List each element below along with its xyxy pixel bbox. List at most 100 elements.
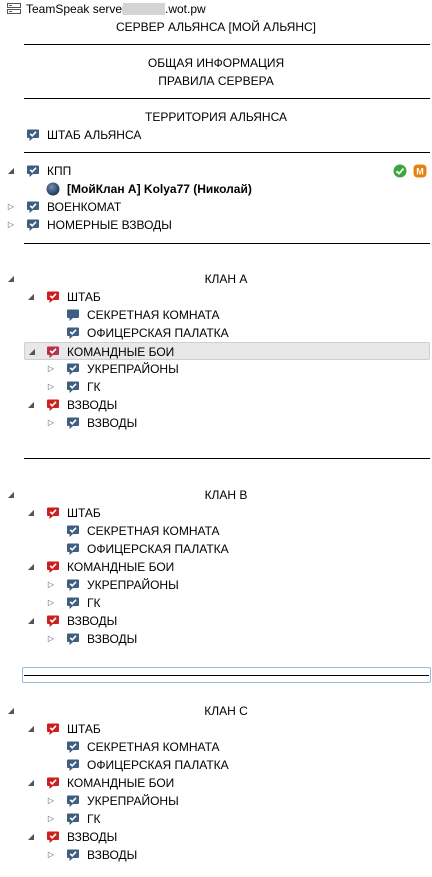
expand-arrow-icon[interactable]: ▷ [46,378,56,396]
channel-ukrep-b[interactable]: ▷ УКРЕПРАЙОНЫ [0,576,432,594]
moderated-badge-icon: M [413,164,427,178]
divider [24,98,430,99]
spacer-territory[interactable]: ТЕРРИТОРИЯ АЛЬЯНСА [0,108,432,126]
collapse-arrow-icon[interactable]: ◢ [26,828,36,846]
channel-label: ВЗВОДЫ [87,632,138,646]
channel-team-battles-a-selected[interactable]: ◢ КОМАНДНЫЕ БОИ [24,342,430,360]
channel-team-battles-b[interactable]: ◢ КОМАНДНЫЕ БОИ [0,558,432,576]
spacer-clan-c[interactable]: ◢ КЛАН С [0,702,432,720]
collapse-arrow-icon[interactable]: ◢ [26,774,36,792]
channel-label: ГК [87,380,101,394]
spacer-label: ТЕРРИТОРИЯ АЛЬЯНСА [145,110,287,124]
channel-secret-a[interactable]: СЕКРЕТНАЯ КОМНАТА [0,306,432,324]
channel-vzvody-sub-c[interactable]: ▷ ВЗВОДЫ [0,846,432,864]
channel-shtab-b[interactable]: ◢ ШТАБ [0,504,432,522]
channel-secret-b[interactable]: СЕКРЕТНАЯ КОМНАТА [0,522,432,540]
channel-label: ГК [87,596,101,610]
channel-icon [66,740,80,754]
collapse-arrow-icon[interactable]: ◢ [26,396,36,414]
server-host-suffix: .wot.pw [165,2,206,16]
server-prefix: TeamSpeak server [26,2,127,16]
spacer-label: КЛАН С [204,704,248,718]
expand-arrow-icon[interactable]: ▷ [46,846,56,864]
expand-arrow-icon[interactable]: ▷ [46,576,56,594]
divider [24,152,430,153]
channel-icon [46,830,60,844]
client-row[interactable]: [МойКлан А] Kolya77 (Николай) [0,180,432,198]
channel-label: ВОЕНКОМАТ [47,200,122,214]
channel-ukrep-c[interactable]: ▷ УКРЕПРАЙОНЫ [0,792,432,810]
channel-vzvody-b[interactable]: ◢ ВЗВОДЫ [0,612,432,630]
channel-officer-a[interactable]: ОФИЦЕРСКАЯ ПАЛАТКА [0,324,432,342]
channel-label: КОМАНДНЫЕ БОИ [67,776,175,790]
expand-arrow-icon[interactable]: ▷ [46,630,56,648]
channel-vzvody-a[interactable]: ◢ ВЗВОДЫ [0,396,432,414]
channel-label: ШТАБ [67,506,101,520]
client-status-icon [46,182,60,196]
channel-vzvody-sub-a[interactable]: ▷ ВЗВОДЫ [0,414,432,432]
channel-officer-b[interactable]: ОФИЦЕРСКАЯ ПАЛАТКА [0,540,432,558]
channel-officer-c[interactable]: ОФИЦЕРСКАЯ ПАЛАТКА [0,756,432,774]
spacer-server-name[interactable]: СЕРВЕР АЛЬЯНСА [МОЙ АЛЬЯНС] [0,18,432,36]
channel-label: СЕКРЕТНАЯ КОМНАТА [87,524,220,538]
channel-label: ОФИЦЕРСКАЯ ПАЛАТКА [87,326,229,340]
spacer-label: ОБЩАЯ ИНФОРМАЦИЯ [147,56,285,70]
channel-icon [66,542,80,556]
spacer-divider-hover[interactable] [22,667,431,683]
collapse-arrow-icon[interactable]: ◢ [26,288,36,306]
channel-nomernye[interactable]: ▷ НОМЕРНЫЕ ВЗВОДЫ [0,216,432,234]
server-row[interactable]: TeamSpeak server .wot.pw [0,0,432,18]
channel-icon [66,416,80,430]
expand-arrow-icon[interactable]: ▷ [6,216,16,234]
expand-arrow-icon[interactable]: ▷ [46,792,56,810]
channel-icon [66,380,80,394]
channel-label: ШТАБ [67,722,101,736]
default-channel-check-icon [393,164,407,178]
channel-gk-b[interactable]: ▷ ГК [0,594,432,612]
channel-tree: TeamSpeak server .wot.pw СЕРВЕР АЛЬЯНСА … [0,0,432,877]
expand-arrow-icon[interactable]: ▷ [46,810,56,828]
channel-label: КПП [47,164,72,178]
divider [24,458,430,459]
channel-kpp[interactable]: ◢ КПП M [0,162,432,180]
channel-label: КОМАНДНЫЕ БОИ [67,345,175,359]
channel-label: ВЗВОДЫ [67,398,118,412]
channel-icon [46,506,60,520]
expand-arrow-icon[interactable]: ▷ [46,414,56,432]
channel-shtab-a[interactable]: ◢ ШТАБ [0,288,432,306]
channel-hq-alliance[interactable]: ШТАБ АЛЬЯНСА [0,126,432,144]
channel-gk-c[interactable]: ▷ ГК [0,810,432,828]
channel-icon [66,308,80,322]
spacer-clan-a[interactable]: ◢ КЛАН А [0,270,432,288]
channel-vzvody-c[interactable]: ◢ ВЗВОДЫ [0,828,432,846]
channel-gk-a[interactable]: ▷ ГК [0,378,432,396]
spacer-label: ПРАВИЛА СЕРВЕРА [158,74,274,88]
collapse-arrow-icon[interactable]: ◢ [26,720,36,738]
expand-arrow-icon[interactable]: ▷ [46,594,56,612]
collapse-arrow-icon[interactable]: ◢ [27,343,37,361]
spacer-general-info[interactable]: ОБЩАЯ ИНФОРМАЦИЯ [0,54,432,72]
channel-label: СЕКРЕТНАЯ КОМНАТА [87,308,220,322]
channel-shtab-c[interactable]: ◢ ШТАБ [0,720,432,738]
channel-label: НОМЕРНЫЕ ВЗВОДЫ [47,218,172,232]
collapse-arrow-icon[interactable]: ◢ [6,162,16,180]
channel-icon [46,614,60,628]
channel-secret-c[interactable]: СЕКРЕТНАЯ КОМНАТА [0,738,432,756]
channel-icon [46,398,60,412]
channel-team-battles-c[interactable]: ◢ КОМАНДНЫЕ БОИ [0,774,432,792]
expand-arrow-icon[interactable]: ▷ [6,198,16,216]
collapse-arrow-icon[interactable]: ◢ [26,612,36,630]
channel-ukrep-a[interactable]: ▷ УКРЕПРАЙОНЫ [0,360,432,378]
channel-icon [66,848,80,862]
collapse-arrow-icon[interactable]: ◢ [26,504,36,522]
collapse-arrow-icon[interactable]: ◢ [26,558,36,576]
channel-label: КОМАНДНЫЕ БОИ [67,560,175,574]
channel-voenkomat[interactable]: ▷ ВОЕНКОМАТ [0,198,432,216]
spacer-clan-b[interactable]: ◢ КЛАН В [0,486,432,504]
channel-icon [66,596,80,610]
expand-arrow-icon[interactable]: ▷ [46,360,56,378]
channel-icon [46,290,60,304]
channel-vzvody-sub-b[interactable]: ▷ ВЗВОДЫ [0,630,432,648]
spacer-server-rules[interactable]: ПРАВИЛА СЕРВЕРА [0,72,432,90]
svg-text:M: M [416,167,424,177]
